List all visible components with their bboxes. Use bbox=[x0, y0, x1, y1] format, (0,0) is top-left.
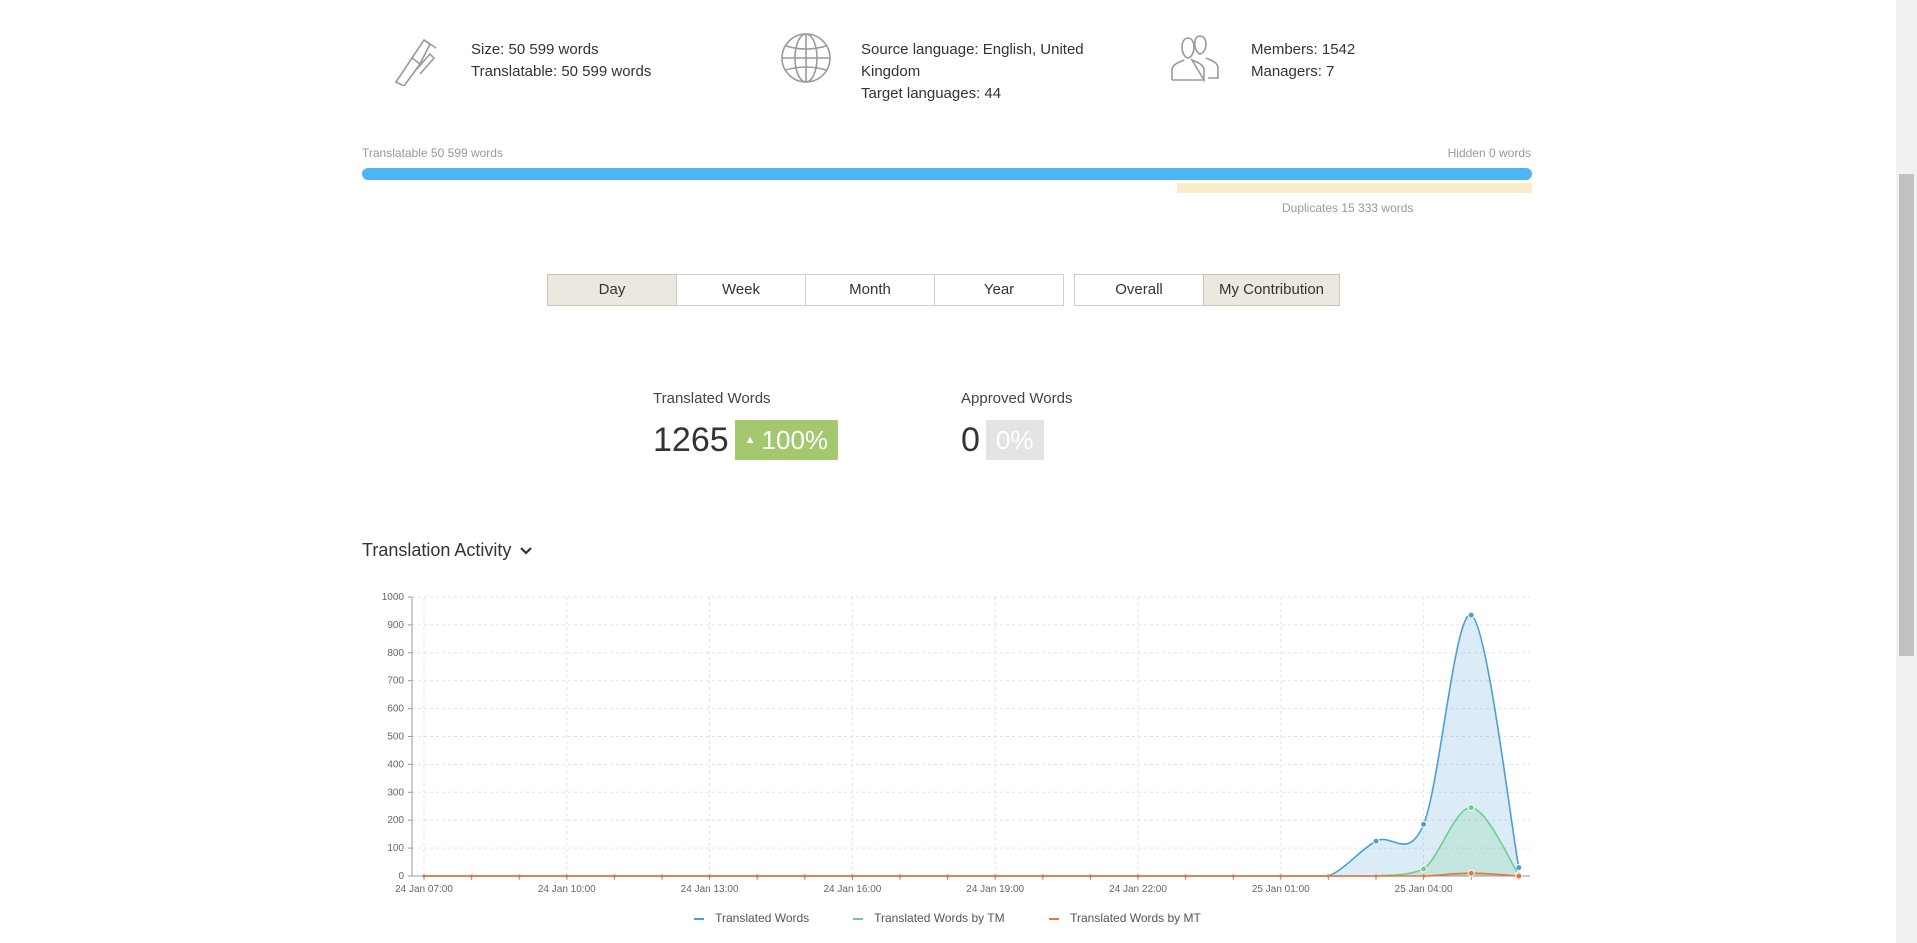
scope-my-contribution-button[interactable]: My Contribution bbox=[1203, 274, 1340, 306]
data-point bbox=[708, 874, 712, 878]
period-day-button[interactable]: Day bbox=[547, 274, 677, 306]
legend-translated-by-mt[interactable]: Translated Words by MT bbox=[1049, 911, 1201, 925]
duplicates-bar bbox=[1177, 183, 1532, 193]
progress-track bbox=[362, 168, 1532, 180]
y-tick-label: 900 bbox=[387, 620, 404, 631]
up-arrow-icon: ▲ bbox=[744, 434, 756, 446]
data-point bbox=[946, 874, 950, 878]
x-tick-label: 24 Jan 07:00 bbox=[395, 884, 453, 895]
x-tick-label: 25 Jan 01:00 bbox=[1252, 884, 1310, 895]
data-point bbox=[1467, 804, 1475, 812]
data-point bbox=[422, 874, 426, 878]
size-text: Size: 50 599 words bbox=[471, 41, 599, 58]
y-tick-label: 1000 bbox=[382, 592, 405, 603]
data-point bbox=[993, 874, 997, 878]
x-tick-label: 24 Jan 13:00 bbox=[681, 884, 739, 895]
data-point bbox=[1515, 872, 1523, 880]
period-week-button[interactable]: Week bbox=[676, 274, 806, 306]
legend-translated-label: Translated Words bbox=[715, 911, 810, 925]
translated-words-value: 1265 bbox=[653, 420, 729, 459]
legend-translated-by-tm[interactable]: Translated Words by TM bbox=[853, 911, 1005, 925]
translatable-text: Translatable: 50 599 words bbox=[471, 63, 652, 80]
duplicates-label: Duplicates 15 333 words bbox=[1282, 201, 1414, 215]
data-point bbox=[1420, 865, 1428, 873]
data-point bbox=[755, 874, 759, 878]
data-point bbox=[1279, 874, 1283, 878]
data-point bbox=[1136, 874, 1140, 878]
source-language-line1: Source language: English, United bbox=[861, 41, 1084, 58]
data-point bbox=[1041, 874, 1045, 878]
y-tick-label: 600 bbox=[387, 704, 404, 715]
y-tick-label: 700 bbox=[387, 676, 404, 687]
globe-icon bbox=[781, 33, 831, 83]
people-icon bbox=[1171, 35, 1219, 83]
x-tick-label: 24 Jan 16:00 bbox=[823, 884, 881, 895]
period-year-button[interactable]: Year bbox=[934, 274, 1064, 306]
x-tick-label: 24 Jan 19:00 bbox=[966, 884, 1024, 895]
data-point bbox=[1467, 869, 1475, 877]
data-point bbox=[898, 874, 902, 878]
legend-swatch-mt bbox=[1049, 917, 1059, 920]
translation-activity-header[interactable]: Translation Activity bbox=[362, 540, 533, 561]
translated-change-badge: ▲ 100% bbox=[734, 420, 839, 460]
y-tick-label: 0 bbox=[398, 871, 404, 882]
caliper-icon bbox=[394, 38, 437, 86]
data-point bbox=[517, 874, 521, 878]
legend-translated-words[interactable]: Translated Words bbox=[694, 911, 809, 925]
members-text: Members: 1542 bbox=[1251, 41, 1356, 58]
translation-activity-chart: 0 100 200 300 400 500 600 700 800 900 1000 24 Jan 0… bbox=[382, 592, 1530, 895]
translated-words-label: Translated Words bbox=[653, 390, 771, 407]
translated-change-value: 100% bbox=[761, 425, 829, 455]
data-point bbox=[470, 874, 474, 878]
legend-swatch-tm bbox=[853, 917, 863, 920]
translatable-label: Translatable 50 599 words bbox=[362, 146, 503, 160]
legend-swatch-translated bbox=[694, 917, 704, 920]
data-point bbox=[1231, 874, 1235, 878]
legend-mt-label: Translated Words by MT bbox=[1070, 911, 1201, 925]
series-line-0 bbox=[423, 614, 1520, 877]
approved-words-label: Approved Words bbox=[961, 390, 1073, 407]
x-tick-label: 25 Jan 04:00 bbox=[1395, 884, 1453, 895]
scope-overall-button[interactable]: Overall bbox=[1074, 274, 1204, 306]
data-point bbox=[660, 874, 664, 878]
chevron-down-icon[interactable] bbox=[519, 546, 533, 556]
managers-text: Managers: 7 bbox=[1251, 63, 1335, 80]
translated-words-stat: 1265 ▲ 100% bbox=[653, 420, 839, 460]
approved-change-badge: 0% bbox=[985, 420, 1044, 460]
y-tick-label: 400 bbox=[387, 759, 404, 770]
data-point bbox=[1184, 874, 1188, 878]
translatable-progress-bar bbox=[362, 168, 1532, 180]
y-tick-label: 200 bbox=[387, 815, 404, 826]
approved-words-value: 0 bbox=[961, 420, 980, 459]
approved-words-stat: 0 0% bbox=[961, 420, 1044, 460]
x-tick-label: 24 Jan 22:00 bbox=[1109, 884, 1167, 895]
x-tick-label: 24 Jan 10:00 bbox=[538, 884, 596, 895]
legend-tm-label: Translated Words by TM bbox=[874, 911, 1005, 925]
data-point bbox=[612, 874, 616, 878]
data-point bbox=[1374, 874, 1378, 878]
y-tick-label: 500 bbox=[387, 732, 404, 743]
series-area-0 bbox=[424, 614, 1519, 876]
data-point bbox=[1372, 837, 1380, 845]
translation-activity-title: Translation Activity bbox=[362, 540, 512, 560]
data-point bbox=[565, 874, 569, 878]
data-point bbox=[1088, 874, 1092, 878]
data-point bbox=[1422, 874, 1426, 878]
data-point bbox=[1420, 820, 1428, 828]
vertical-scrollbar-thumb[interactable] bbox=[1899, 174, 1914, 656]
period-month-button[interactable]: Month bbox=[805, 274, 935, 306]
target-languages-text: Target languages: 44 bbox=[861, 85, 1002, 102]
hidden-label: Hidden 0 words bbox=[1447, 146, 1531, 160]
data-point bbox=[803, 874, 807, 878]
data-point bbox=[1467, 611, 1475, 619]
y-tick-label: 800 bbox=[387, 648, 404, 659]
data-point bbox=[1326, 874, 1330, 878]
y-tick-label: 300 bbox=[387, 787, 404, 798]
source-language-line2: Kingdom bbox=[861, 63, 921, 80]
data-point bbox=[850, 874, 854, 878]
y-tick-label: 100 bbox=[387, 843, 404, 854]
